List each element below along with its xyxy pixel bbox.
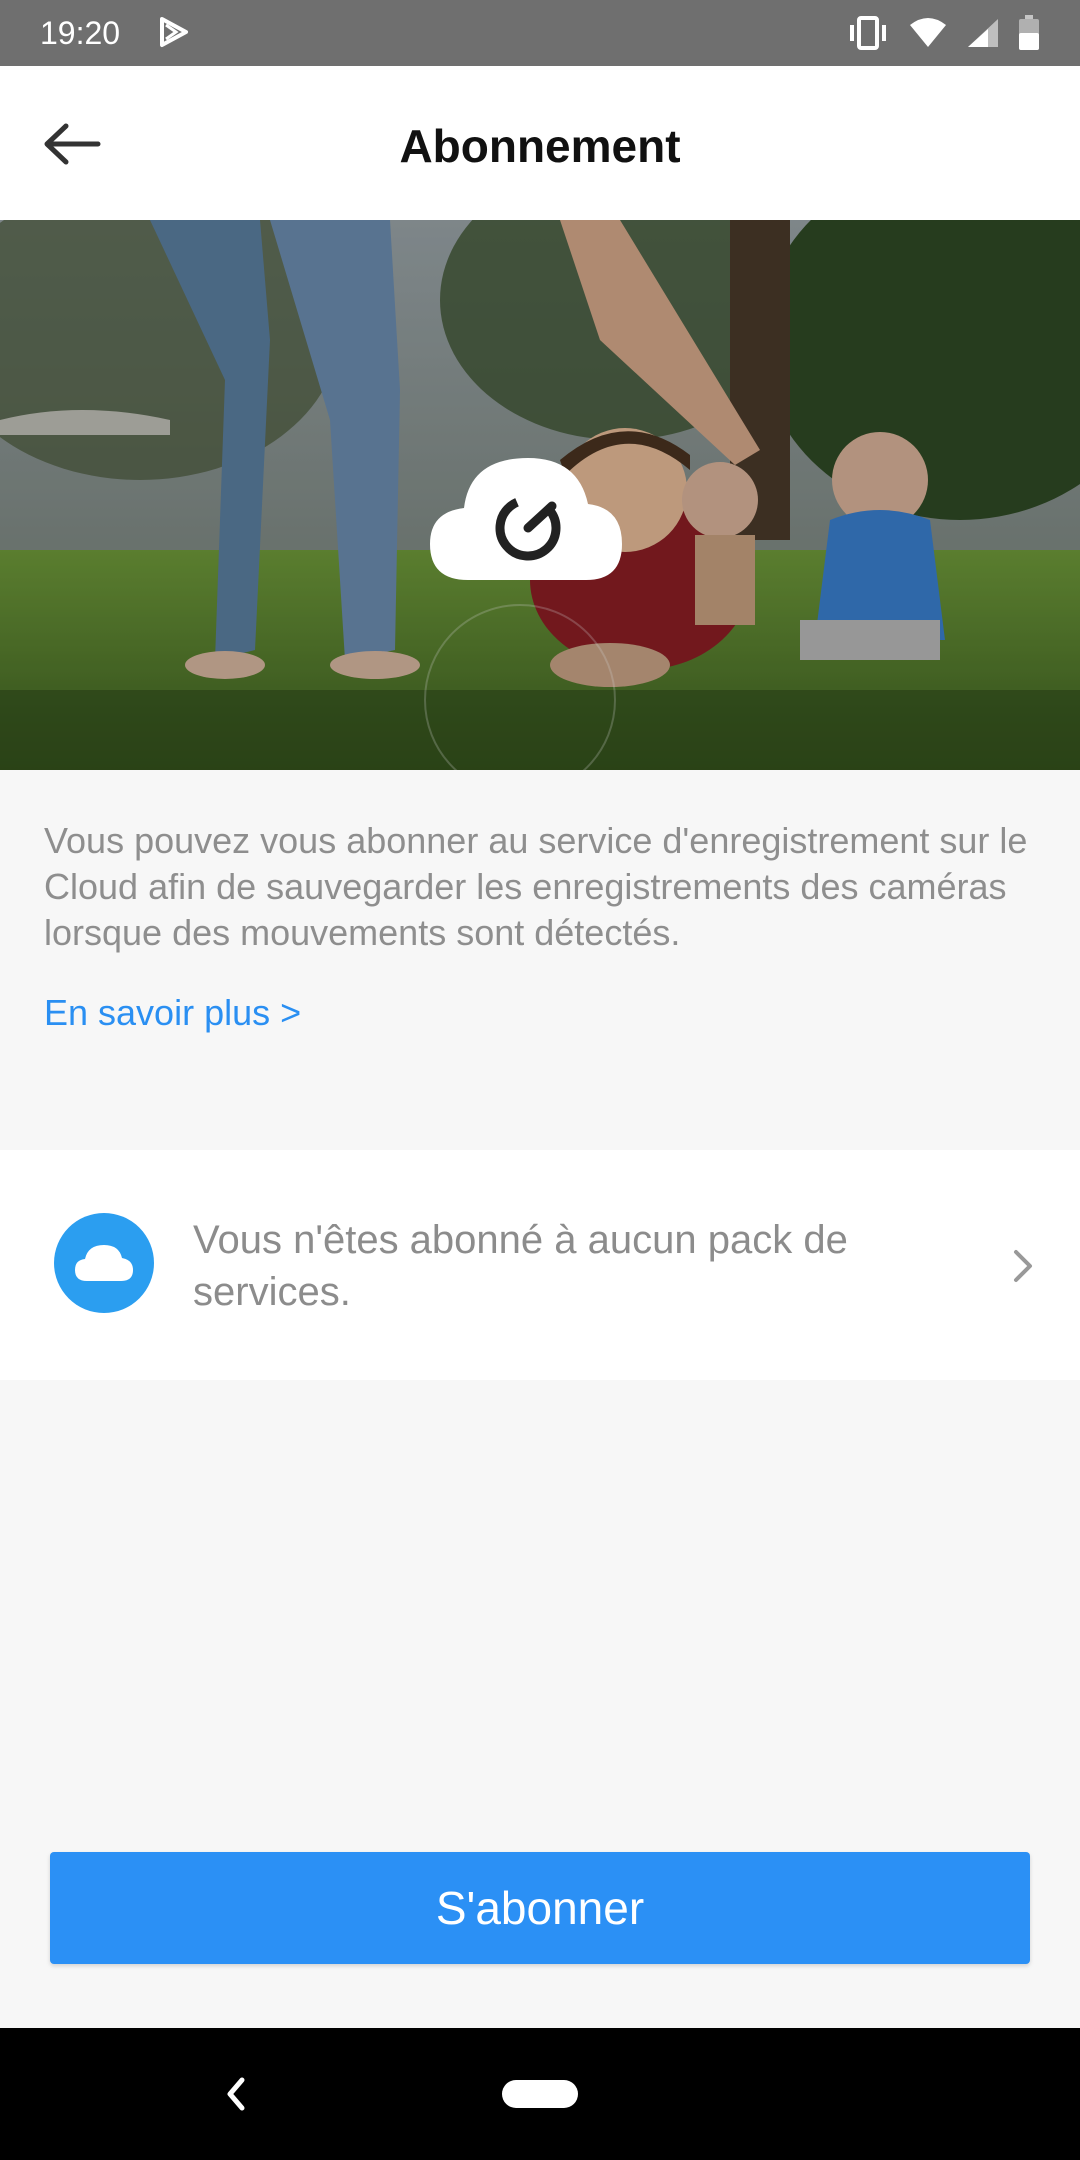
navigation-bar: [0, 2028, 1080, 2160]
status-bar: 19:20: [0, 0, 1080, 66]
battery-icon: [1019, 15, 1039, 50]
chevron-right-icon: [1014, 1250, 1032, 1282]
subscription-status-row[interactable]: Vous n'êtes abonné à aucun pack de servi…: [0, 1150, 1080, 1380]
app-bar: Abonnement: [0, 66, 1080, 220]
play-store-icon: [160, 17, 188, 47]
vibrate-icon: [850, 16, 886, 50]
cloud-logo-icon: [430, 458, 622, 580]
description-text: Vous pouvez vous abonner au service d'en…: [44, 820, 1028, 953]
nav-home-button[interactable]: [502, 2080, 578, 2108]
hero-image: [0, 220, 1080, 770]
subscription-status-text: Vous n'êtes abonné à aucun pack de servi…: [193, 1218, 848, 1314]
status-time: 19:20: [40, 15, 121, 51]
cloud-icon: [54, 1213, 154, 1313]
page-title: Abonnement: [399, 120, 681, 172]
signal-icon: [968, 19, 998, 47]
nav-back-icon[interactable]: [222, 2074, 250, 2114]
wifi-icon: [910, 18, 946, 47]
learn-more-link[interactable]: En savoir plus >: [44, 990, 301, 1036]
subscribe-button[interactable]: S'abonner: [50, 1852, 1030, 1964]
